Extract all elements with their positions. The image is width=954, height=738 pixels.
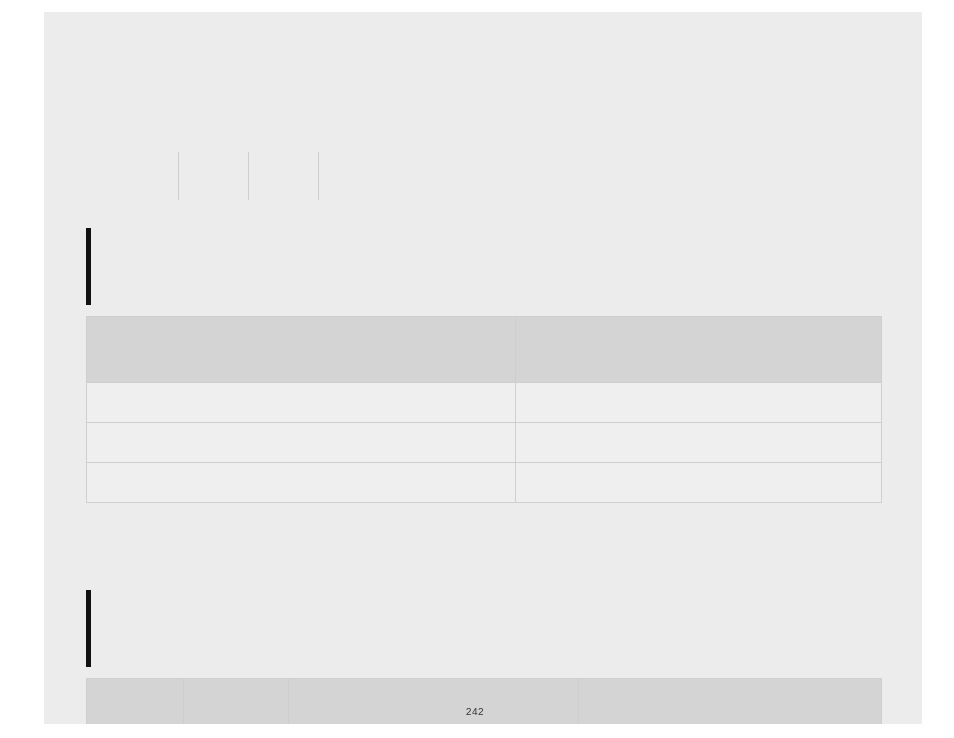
table-cell [87, 383, 516, 423]
vertical-divider [318, 152, 319, 200]
document-page: 242 [44, 12, 922, 724]
page-number: 242 [44, 707, 922, 718]
top-divider-group [178, 152, 388, 200]
table-header-cell [516, 317, 882, 383]
page-number-text: 242 [466, 707, 484, 718]
section-marker-bar [86, 590, 91, 667]
table-cell [516, 463, 882, 503]
table-cell [516, 423, 882, 463]
table-cell [516, 383, 882, 423]
table-header-row [87, 317, 882, 383]
vertical-divider [178, 152, 179, 200]
vertical-divider [248, 152, 249, 200]
table-cell [87, 463, 516, 503]
table-header-cell [87, 317, 516, 383]
table-row [87, 463, 882, 503]
table-row [87, 423, 882, 463]
table-row [87, 383, 882, 423]
section-marker-bar [86, 228, 91, 305]
table-cell [87, 423, 516, 463]
content-table-1 [86, 316, 882, 503]
